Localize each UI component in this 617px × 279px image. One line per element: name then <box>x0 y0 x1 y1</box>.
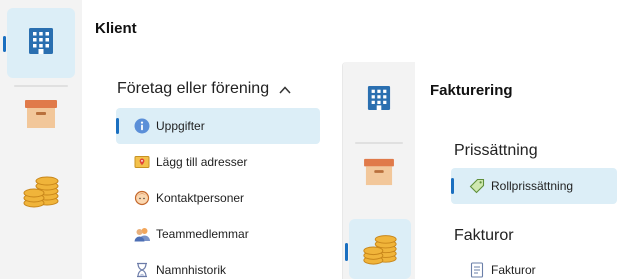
rail-separator <box>355 142 403 144</box>
nav-item-teammedlemmar[interactable]: Teammedlemmar <box>116 216 320 252</box>
chevron-up-icon <box>279 81 291 97</box>
group-label: Fakturor <box>454 227 514 244</box>
price-tag-icon <box>469 178 485 194</box>
selection-indicator <box>116 118 119 134</box>
group-header-fakturor[interactable]: Fakturor <box>454 227 514 245</box>
nav-item-label: Teammedlemmar <box>156 227 249 241</box>
coins-icon <box>21 169 61 214</box>
address-card-icon <box>134 154 150 170</box>
hourglass-icon <box>134 262 150 278</box>
building-icon <box>28 27 54 60</box>
rail-selection-indicator <box>345 243 348 261</box>
person-icon <box>134 190 150 206</box>
nav-rail <box>343 62 415 279</box>
rail-button-client[interactable] <box>7 8 75 78</box>
rail-button-billing[interactable] <box>349 219 411 279</box>
rail-separator <box>14 85 68 87</box>
nav-rail <box>0 0 82 279</box>
group-header-prissattning[interactable]: Prissättning <box>454 142 538 160</box>
group-label: Prissättning <box>454 142 538 159</box>
group-header-company[interactable]: Företag eller förening <box>117 80 291 98</box>
rail-button-client[interactable] <box>347 66 411 134</box>
document-icon <box>469 262 485 278</box>
nav-item-lagg-till-adresser[interactable]: Lägg till adresser <box>116 144 320 180</box>
nav-item-label: Lägg till adresser <box>156 155 248 169</box>
page-title: Klient <box>95 20 137 37</box>
team-icon <box>134 226 150 242</box>
selection-indicator <box>451 178 454 194</box>
info-icon <box>134 118 150 134</box>
archive-box-icon <box>363 158 395 191</box>
nav-item-kontaktpersoner[interactable]: Kontaktpersoner <box>116 180 320 216</box>
nav-item-uppgifter[interactable]: Uppgifter <box>116 108 320 144</box>
rail-button-archive[interactable] <box>347 146 411 202</box>
nav-item-label: Fakturor <box>491 263 536 277</box>
fakturering-window: Fakturering Prissättning Rollprissättnin… <box>342 62 617 279</box>
building-icon <box>367 85 391 116</box>
nav-item-label: Rollprissättning <box>491 179 574 193</box>
nav-item-namnhistorik[interactable]: Namnhistorik <box>116 252 320 279</box>
coins-icon <box>361 228 399 271</box>
rail-button-archive[interactable] <box>7 88 75 144</box>
nav-item-label: Uppgifter <box>156 119 205 133</box>
page-title: Fakturering <box>430 82 513 99</box>
nav-item-label: Namnhistorik <box>156 263 227 277</box>
rail-button-billing[interactable] <box>7 160 75 222</box>
nav-item-label: Kontaktpersoner <box>156 191 245 205</box>
rail-selection-indicator <box>3 36 6 52</box>
archive-box-icon <box>24 99 58 134</box>
nav-item-rollprissattning[interactable]: Rollprissättning <box>451 168 617 204</box>
group-label: Företag eller förening <box>117 80 270 97</box>
nav-item-fakturor[interactable]: Fakturor <box>451 252 617 279</box>
